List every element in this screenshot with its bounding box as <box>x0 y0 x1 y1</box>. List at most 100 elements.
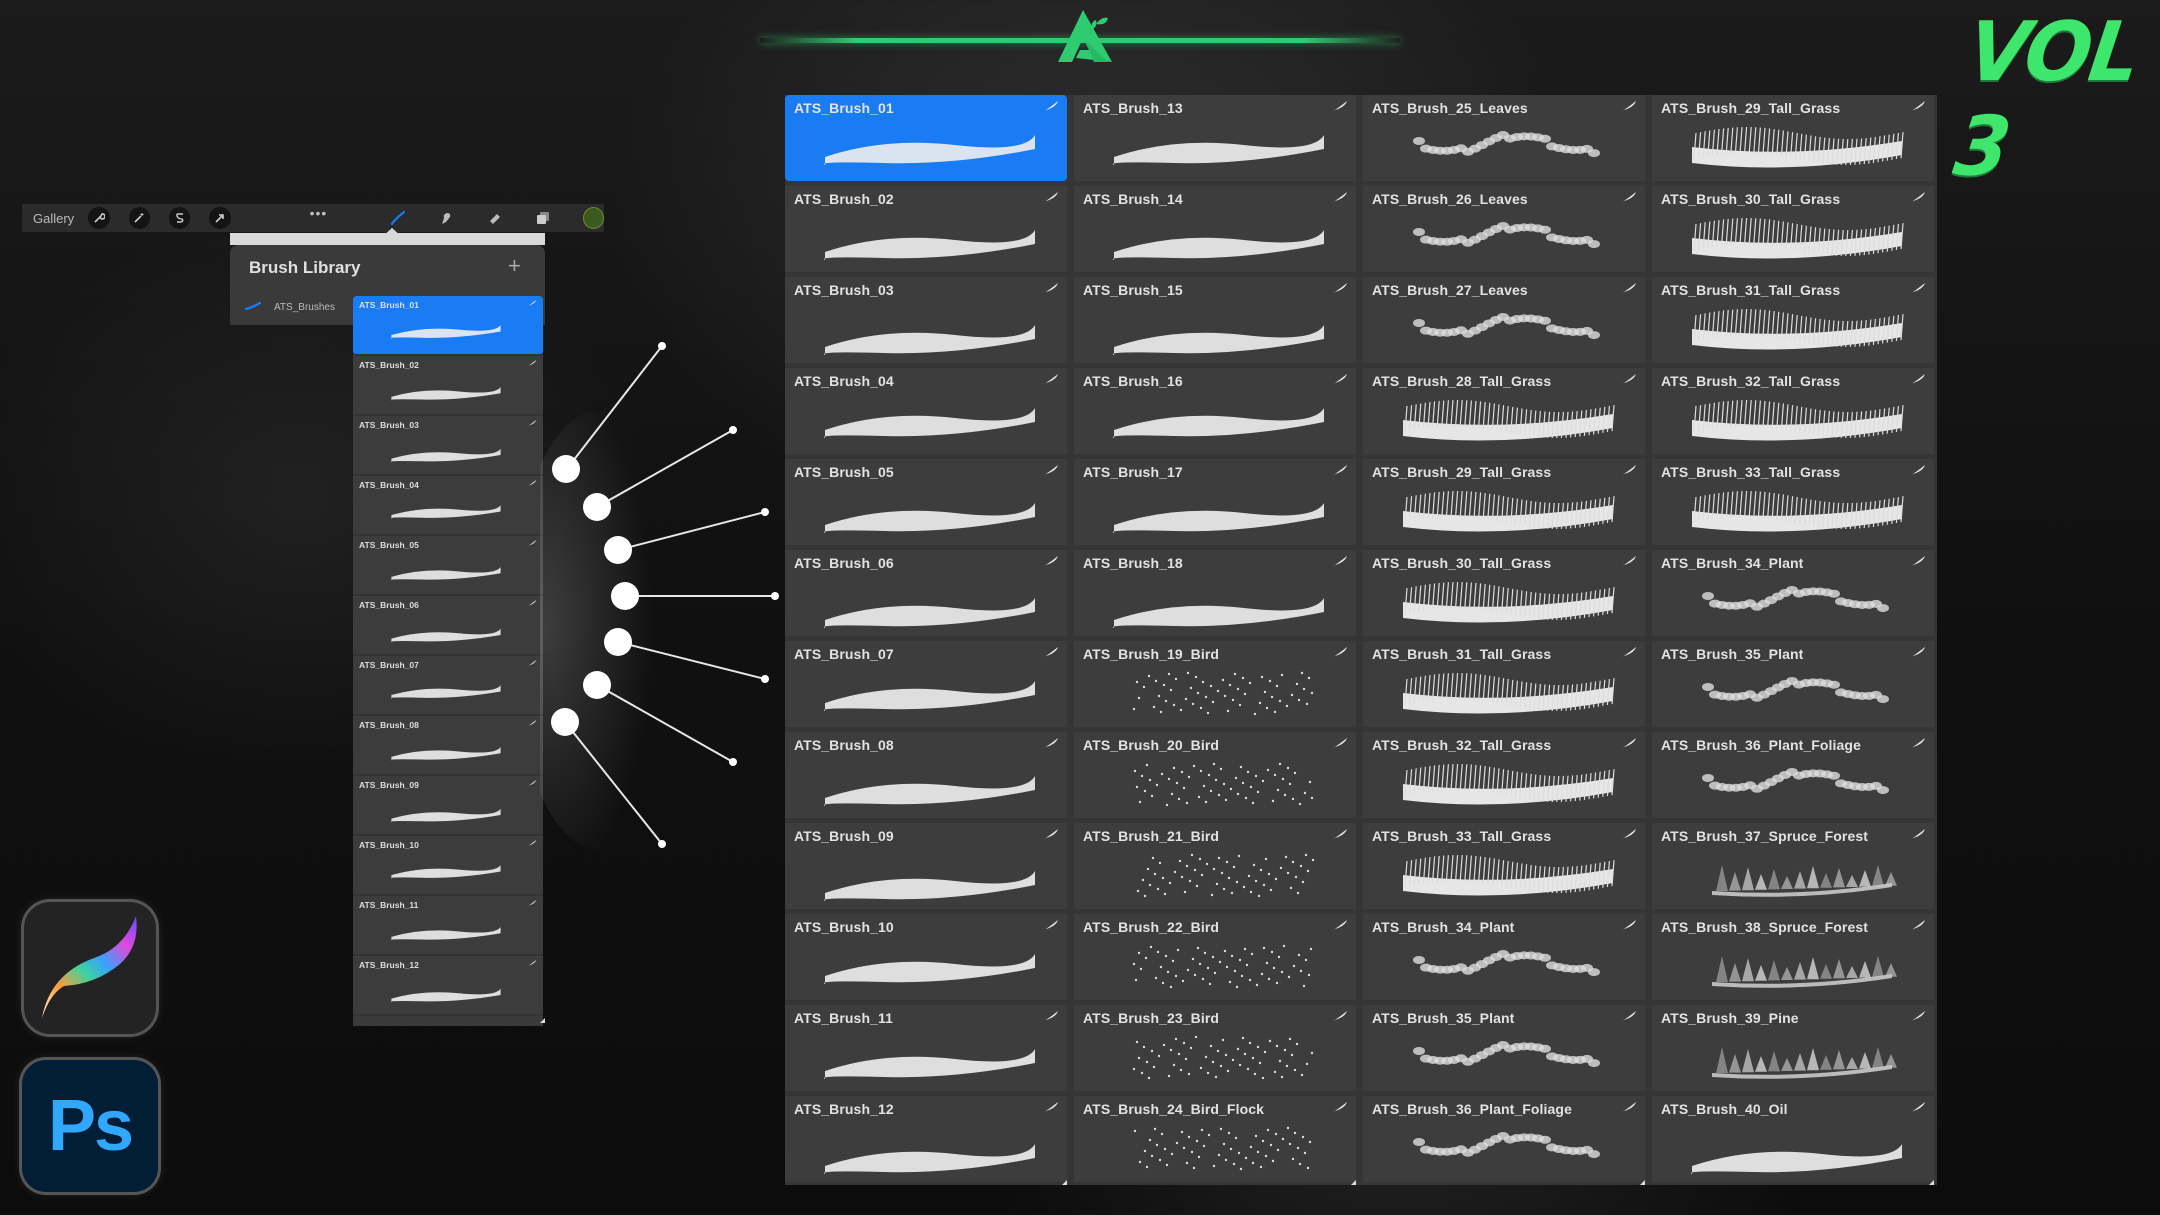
brush-feather-icon <box>1333 1102 1347 1112</box>
brush-feather-icon <box>1911 374 1925 384</box>
smudge-icon[interactable] <box>436 207 457 229</box>
brush-grid-item[interactable]: ATS_Brush_31_Tall_Grass <box>1652 277 1934 363</box>
brush-grid-item[interactable]: ATS_Brush_13 <box>1074 95 1356 181</box>
wrench-icon[interactable] <box>88 207 110 229</box>
brush-grid-item[interactable]: ATS_Brush_10 <box>785 914 1067 1000</box>
brush-grid-item[interactable]: ATS_Brush_26_Leaves <box>1363 186 1645 272</box>
brush-grid-item[interactable]: ATS_Brush_33_Tall_Grass <box>1363 823 1645 909</box>
brush-grid-item[interactable]: ATS_Brush_20_Bird <box>1074 732 1356 818</box>
connector-node <box>551 708 579 736</box>
brush-grid-item[interactable]: ATS_Brush_12 <box>785 1096 1067 1182</box>
brush-list-item[interactable]: ATS_Brush_01 <box>353 296 543 356</box>
brush-grid-item[interactable]: ATS_Brush_19_Bird <box>1074 641 1356 727</box>
brush-name: ATS_Brush_29_Tall_Grass <box>1372 464 1552 480</box>
brush-list-item[interactable]: ATS_Brush_02 <box>353 356 543 416</box>
brush-stroke-preview <box>823 1144 1035 1174</box>
brush-grid-item[interactable]: ATS_Brush_40_Oil <box>1652 1096 1934 1182</box>
brush-grid-item[interactable]: ATS_Brush_02 <box>785 186 1067 272</box>
brush-stroke-preview <box>390 448 501 463</box>
brush-feather-icon <box>527 839 537 847</box>
brush-stroke-preview <box>1690 1144 1902 1174</box>
brush-list-item[interactable]: ATS_Brush_03 <box>353 416 543 476</box>
brush-grid-item[interactable]: ATS_Brush_07 <box>785 641 1067 727</box>
brush-grid-item[interactable]: ATS_Brush_04 <box>785 368 1067 454</box>
more-options-icon[interactable]: ••• <box>310 205 328 221</box>
brush-list-item[interactable]: ATS_Brush_08 <box>353 716 543 776</box>
brush-set-ats-brushes[interactable]: ATS_Brushes <box>274 302 335 313</box>
brush-grid-item[interactable]: ATS_Brush_21_Bird <box>1074 823 1356 909</box>
brush-grid-item[interactable]: ATS_Brush_35_Plant <box>1652 641 1934 727</box>
brush-grid-item[interactable]: ATS_Brush_08 <box>785 732 1067 818</box>
brush-grid-item[interactable]: ATS_Brush_18 <box>1074 550 1356 636</box>
brush-feather-icon <box>1911 738 1925 748</box>
brush-list-item[interactable]: ATS_Brush_12 <box>353 956 543 1016</box>
brush-stroke-preview <box>1403 490 1615 532</box>
brush-list-item[interactable]: ATS_Brush_05 <box>353 536 543 596</box>
brush-grid-item[interactable]: ATS_Brush_05 <box>785 459 1067 545</box>
brush-stroke-preview <box>1413 312 1600 340</box>
brush-grid-item[interactable]: ATS_Brush_11 <box>785 1005 1067 1091</box>
brush-list-item[interactable]: ATS_Brush_09 <box>353 776 543 836</box>
brush-icon[interactable] <box>387 207 408 229</box>
brush-name: ATS_Brush_37_Spruce_Forest <box>1661 828 1868 844</box>
brush-stroke-preview <box>1112 503 1324 533</box>
selection-icon[interactable] <box>168 207 191 229</box>
color-picker-swatch[interactable] <box>582 207 605 229</box>
brush-grid-item[interactable]: ATS_Brush_36_Plant_Foliage <box>1652 732 1934 818</box>
brush-grid-item[interactable]: ATS_Brush_30_Tall_Grass <box>1652 186 1934 272</box>
brush-grid-item[interactable]: ATS_Brush_06 <box>785 550 1067 636</box>
brush-grid-item[interactable]: ATS_Brush_37_Spruce_Forest <box>1652 823 1934 909</box>
brush-grid-item[interactable]: ATS_Brush_15 <box>1074 277 1356 363</box>
brush-grid-item[interactable]: ATS_Brush_34_Plant <box>1652 550 1934 636</box>
brush-grid-item[interactable]: ATS_Brush_30_Tall_Grass <box>1363 550 1645 636</box>
magic-wand-icon[interactable] <box>128 207 150 229</box>
brush-grid-item[interactable]: ATS_Brush_39_Pine <box>1652 1005 1934 1091</box>
brush-list-item[interactable]: ATS_Brush_04 <box>353 476 543 536</box>
gallery-button[interactable]: Gallery <box>33 211 74 226</box>
brush-grid-item[interactable]: ATS_Brush_16 <box>1074 368 1356 454</box>
add-brush-set-button[interactable]: + <box>508 253 521 279</box>
brush-grid-item[interactable]: ATS_Brush_01 <box>785 95 1067 181</box>
brush-feather-icon <box>1622 192 1636 202</box>
brush-stroke-preview <box>390 325 501 339</box>
brush-grid-item[interactable]: ATS_Brush_22_Bird <box>1074 914 1356 1000</box>
brush-grid-item[interactable]: ATS_Brush_29_Tall_Grass <box>1652 95 1934 181</box>
brush-grid-item[interactable]: ATS_Brush_24_Bird_Flock <box>1074 1096 1356 1182</box>
brush-grid-item[interactable]: ATS_Brush_32_Tall_Grass <box>1363 732 1645 818</box>
transform-arrow-icon[interactable] <box>209 207 231 229</box>
brush-name: ATS_Brush_13 <box>1083 100 1183 116</box>
brush-grid-item[interactable]: ATS_Brush_25_Leaves <box>1363 95 1645 181</box>
brush-grid-item[interactable]: ATS_Brush_23_Bird <box>1074 1005 1356 1091</box>
brush-feather-icon <box>1622 738 1636 748</box>
brush-grid-item[interactable]: ATS_Brush_33_Tall_Grass <box>1652 459 1934 545</box>
brush-list-item[interactable]: ATS_Brush_07 <box>353 656 543 716</box>
brush-feather-icon <box>1044 647 1058 657</box>
brush-grid-item[interactable]: ATS_Brush_34_Plant <box>1363 914 1645 1000</box>
eraser-icon[interactable] <box>484 207 505 229</box>
brush-stroke-preview <box>823 681 1035 711</box>
brush-grid-item[interactable]: ATS_Brush_29_Tall_Grass <box>1363 459 1645 545</box>
brush-grid-item[interactable]: ATS_Brush_32_Tall_Grass <box>1652 368 1934 454</box>
brush-grid-item[interactable]: ATS_Brush_28_Tall_Grass <box>1363 368 1645 454</box>
brush-feather-icon <box>1044 192 1058 202</box>
brush-library-title: Brush Library <box>249 258 361 277</box>
brush-list-item[interactable]: ATS_Brush_10 <box>353 836 543 896</box>
connector-node <box>552 455 580 483</box>
brush-grid-item[interactable]: ATS_Brush_35_Plant <box>1363 1005 1645 1091</box>
brush-feather-icon <box>1911 1102 1925 1112</box>
brush-grid-item[interactable]: ATS_Brush_31_Tall_Grass <box>1363 641 1645 727</box>
brush-grid-item[interactable]: ATS_Brush_14 <box>1074 186 1356 272</box>
brush-list-item[interactable]: ATS_Brush_06 <box>353 596 543 656</box>
brush-grid-item[interactable]: ATS_Brush_27_Leaves <box>1363 277 1645 363</box>
brush-list-item[interactable]: ATS_Brush_11 <box>353 896 543 956</box>
brush-feather-icon <box>1044 738 1058 748</box>
brush-grid-item[interactable]: ATS_Brush_36_Plant_Foliage <box>1363 1096 1645 1182</box>
brush-stroke-preview <box>1112 230 1324 260</box>
brush-stroke-preview <box>390 988 501 1003</box>
layers-icon[interactable] <box>532 207 553 229</box>
brush-grid-item[interactable]: ATS_Brush_03 <box>785 277 1067 363</box>
brush-grid-item[interactable]: ATS_Brush_17 <box>1074 459 1356 545</box>
brush-name: ATS_Brush_10 <box>359 840 419 850</box>
brush-grid-item[interactable]: ATS_Brush_09 <box>785 823 1067 909</box>
brush-grid-item[interactable]: ATS_Brush_38_Spruce_Forest <box>1652 914 1934 1000</box>
